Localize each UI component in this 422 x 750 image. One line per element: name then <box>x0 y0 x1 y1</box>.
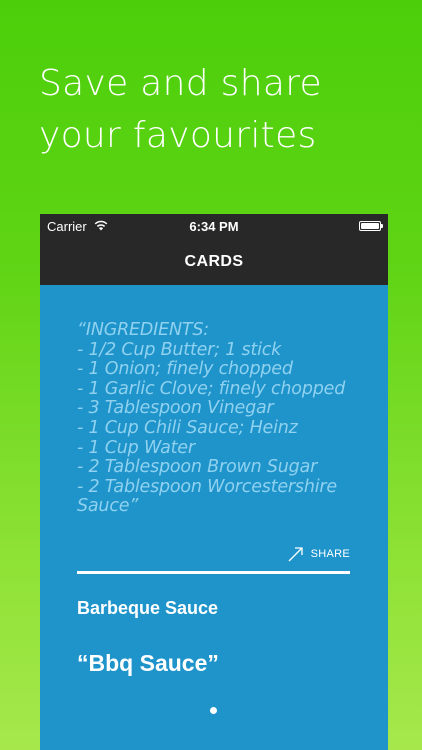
share-arrow-icon <box>288 547 303 562</box>
nav-title: CARDS <box>184 253 244 270</box>
status-time: 6:34 PM <box>189 219 239 234</box>
card-title: Barbeque Sauce <box>77 598 219 618</box>
divider <box>77 571 350 574</box>
share-button[interactable]: SHARE <box>287 544 350 564</box>
navigation-bar: CARDS <box>40 238 388 285</box>
status-bar: Carrier 6:34 PM <box>40 214 388 238</box>
battery-icon <box>359 221 383 231</box>
recipe-text: “INGREDIENTS: - 1/2 Cup Butter; 1 stick … <box>77 320 346 517</box>
phone-screen: Carrier 6:34 PM CARDS “INGREDIENTS: - 1/… <box>40 214 388 750</box>
card-name: “Bbq Sauce” <box>77 650 219 676</box>
page-indicator-dot[interactable] <box>210 707 217 714</box>
promo-headline: Save and share your favourites <box>39 63 322 156</box>
share-label: SHARE <box>310 548 350 560</box>
